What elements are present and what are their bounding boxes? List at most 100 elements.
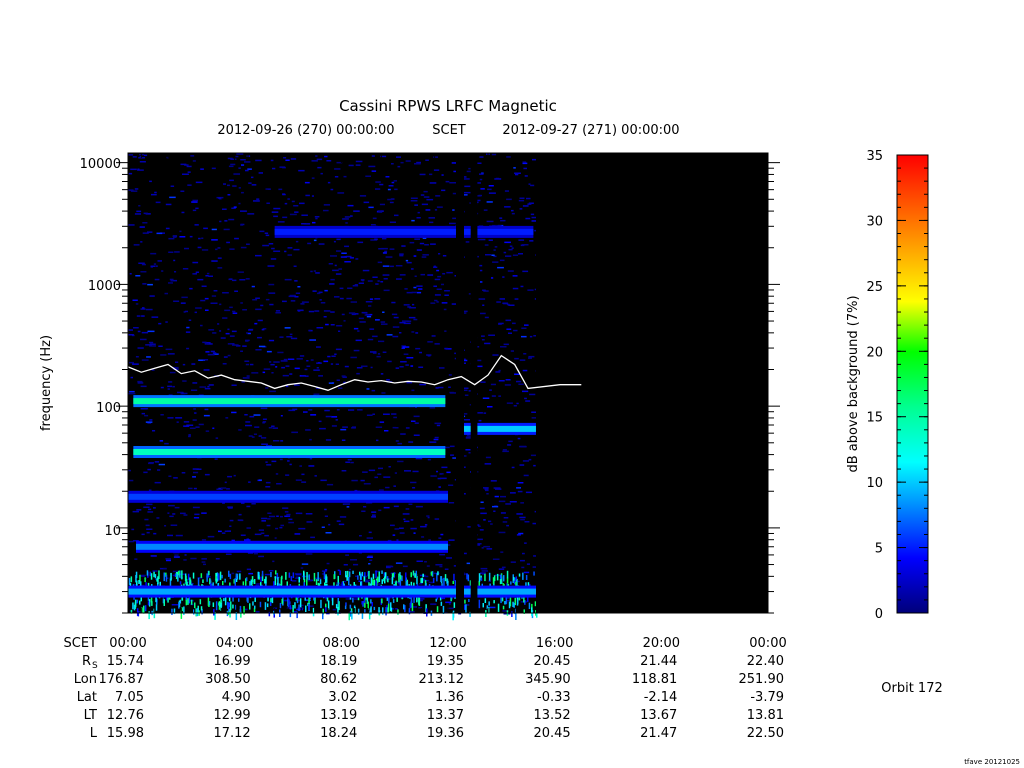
noise-cell xyxy=(132,299,138,301)
noise-cell xyxy=(366,556,373,558)
noise-cell xyxy=(484,244,489,246)
noise-cell xyxy=(343,564,348,566)
noise-cell xyxy=(357,409,363,411)
noise-cell xyxy=(351,479,358,482)
noise-cell xyxy=(145,524,150,527)
noise-cell xyxy=(173,477,178,479)
noise-cell xyxy=(245,339,250,342)
noise-cell xyxy=(414,275,417,277)
noise-cell xyxy=(286,336,293,338)
noise-cell xyxy=(521,244,529,246)
noise-cell xyxy=(146,503,153,506)
noise-cell xyxy=(368,305,372,307)
noise-cell xyxy=(330,363,334,365)
low-freq-noise-cell xyxy=(466,573,468,580)
low-freq-noise-cell xyxy=(320,599,322,609)
noise-cell xyxy=(385,486,390,489)
noise-cell xyxy=(149,419,153,421)
noise-cell xyxy=(413,532,416,534)
noise-cell xyxy=(218,197,221,199)
noise-cell xyxy=(341,313,345,316)
noise-cell xyxy=(410,527,417,530)
noise-cell xyxy=(129,273,132,275)
low-freq-noise-cell xyxy=(357,575,359,580)
noise-cell xyxy=(347,204,354,207)
noise-cell xyxy=(284,250,287,253)
noise-cell xyxy=(399,254,404,257)
low-freq-noise-cell xyxy=(181,570,183,580)
noise-cell xyxy=(264,232,269,234)
noise-cell xyxy=(522,270,529,273)
noise-cell xyxy=(262,421,267,423)
noise-cell xyxy=(304,368,308,371)
noise-cell xyxy=(181,211,185,214)
noise-cell xyxy=(410,481,417,484)
noise-cell xyxy=(446,557,452,559)
noise-cell xyxy=(478,419,482,422)
noise-cell xyxy=(258,172,263,174)
noise-cell xyxy=(383,413,390,415)
noise-cell xyxy=(245,363,249,366)
noise-cell xyxy=(505,319,512,322)
noise-cell xyxy=(165,558,171,560)
ephemeris-cell-lat: 7.05 xyxy=(115,690,144,705)
low-freq-noise-cell xyxy=(179,599,182,604)
low-freq-noise-cell xyxy=(516,599,519,606)
noise-cell xyxy=(444,347,448,350)
low-freq-noise-cell xyxy=(518,573,521,577)
noise-cell xyxy=(143,471,148,474)
noise-cell xyxy=(180,163,187,166)
noise-cell xyxy=(154,461,160,463)
noise-cell xyxy=(167,512,170,514)
noise-cell xyxy=(160,414,164,416)
row-label-lon: Lon xyxy=(74,672,97,687)
low-freq-noise-cell xyxy=(480,577,483,581)
noise-cell xyxy=(500,219,506,222)
noise-cell xyxy=(318,420,322,423)
noise-cell xyxy=(524,542,527,544)
noise-cell xyxy=(273,215,278,218)
noise-cell xyxy=(524,397,527,400)
noise-cell xyxy=(200,168,204,170)
noise-cell xyxy=(479,173,484,175)
noise-cell xyxy=(415,457,423,460)
noise-cell xyxy=(165,321,168,323)
noise-cell xyxy=(128,479,134,482)
noise-cell xyxy=(215,248,218,251)
noise-cell xyxy=(168,504,175,507)
noise-cell xyxy=(261,443,268,445)
ephemeris-cell-lt: 12.99 xyxy=(213,708,250,723)
low-freq-noise-cell xyxy=(335,604,338,609)
noise-cell xyxy=(190,557,197,560)
noise-cell xyxy=(268,243,274,245)
noise-cell xyxy=(436,269,440,272)
low-freq-noise-cell xyxy=(165,574,168,582)
noise-cell xyxy=(304,223,311,225)
noise-cell xyxy=(353,563,359,566)
ephemeris-cell-lat: 3.02 xyxy=(328,690,357,705)
noise-cell xyxy=(134,558,138,560)
noise-cell xyxy=(374,298,381,300)
noise-cell xyxy=(201,558,207,560)
noise-cell xyxy=(438,253,441,255)
ephemeris-cell-l: 20.45 xyxy=(533,726,570,741)
noise-cell xyxy=(149,343,156,345)
noise-cell xyxy=(392,534,396,536)
emission-band xyxy=(128,493,448,500)
noise-cell xyxy=(390,265,394,268)
noise-cell xyxy=(377,473,382,475)
noise-cell xyxy=(414,422,419,424)
low-freq-noise-cell xyxy=(534,601,537,607)
noise-cell xyxy=(227,157,233,160)
noise-cell xyxy=(245,169,249,172)
low-freq-noise-cell xyxy=(531,607,533,616)
noise-cell xyxy=(305,553,313,555)
low-freq-noise-cell xyxy=(363,576,366,582)
noise-cell xyxy=(329,283,335,285)
low-freq-noise-cell xyxy=(156,578,158,582)
noise-cell xyxy=(183,421,190,423)
noise-cell xyxy=(260,304,264,307)
noise-cell xyxy=(240,246,247,249)
noise-cell xyxy=(240,534,246,536)
noise-cell xyxy=(305,194,310,197)
